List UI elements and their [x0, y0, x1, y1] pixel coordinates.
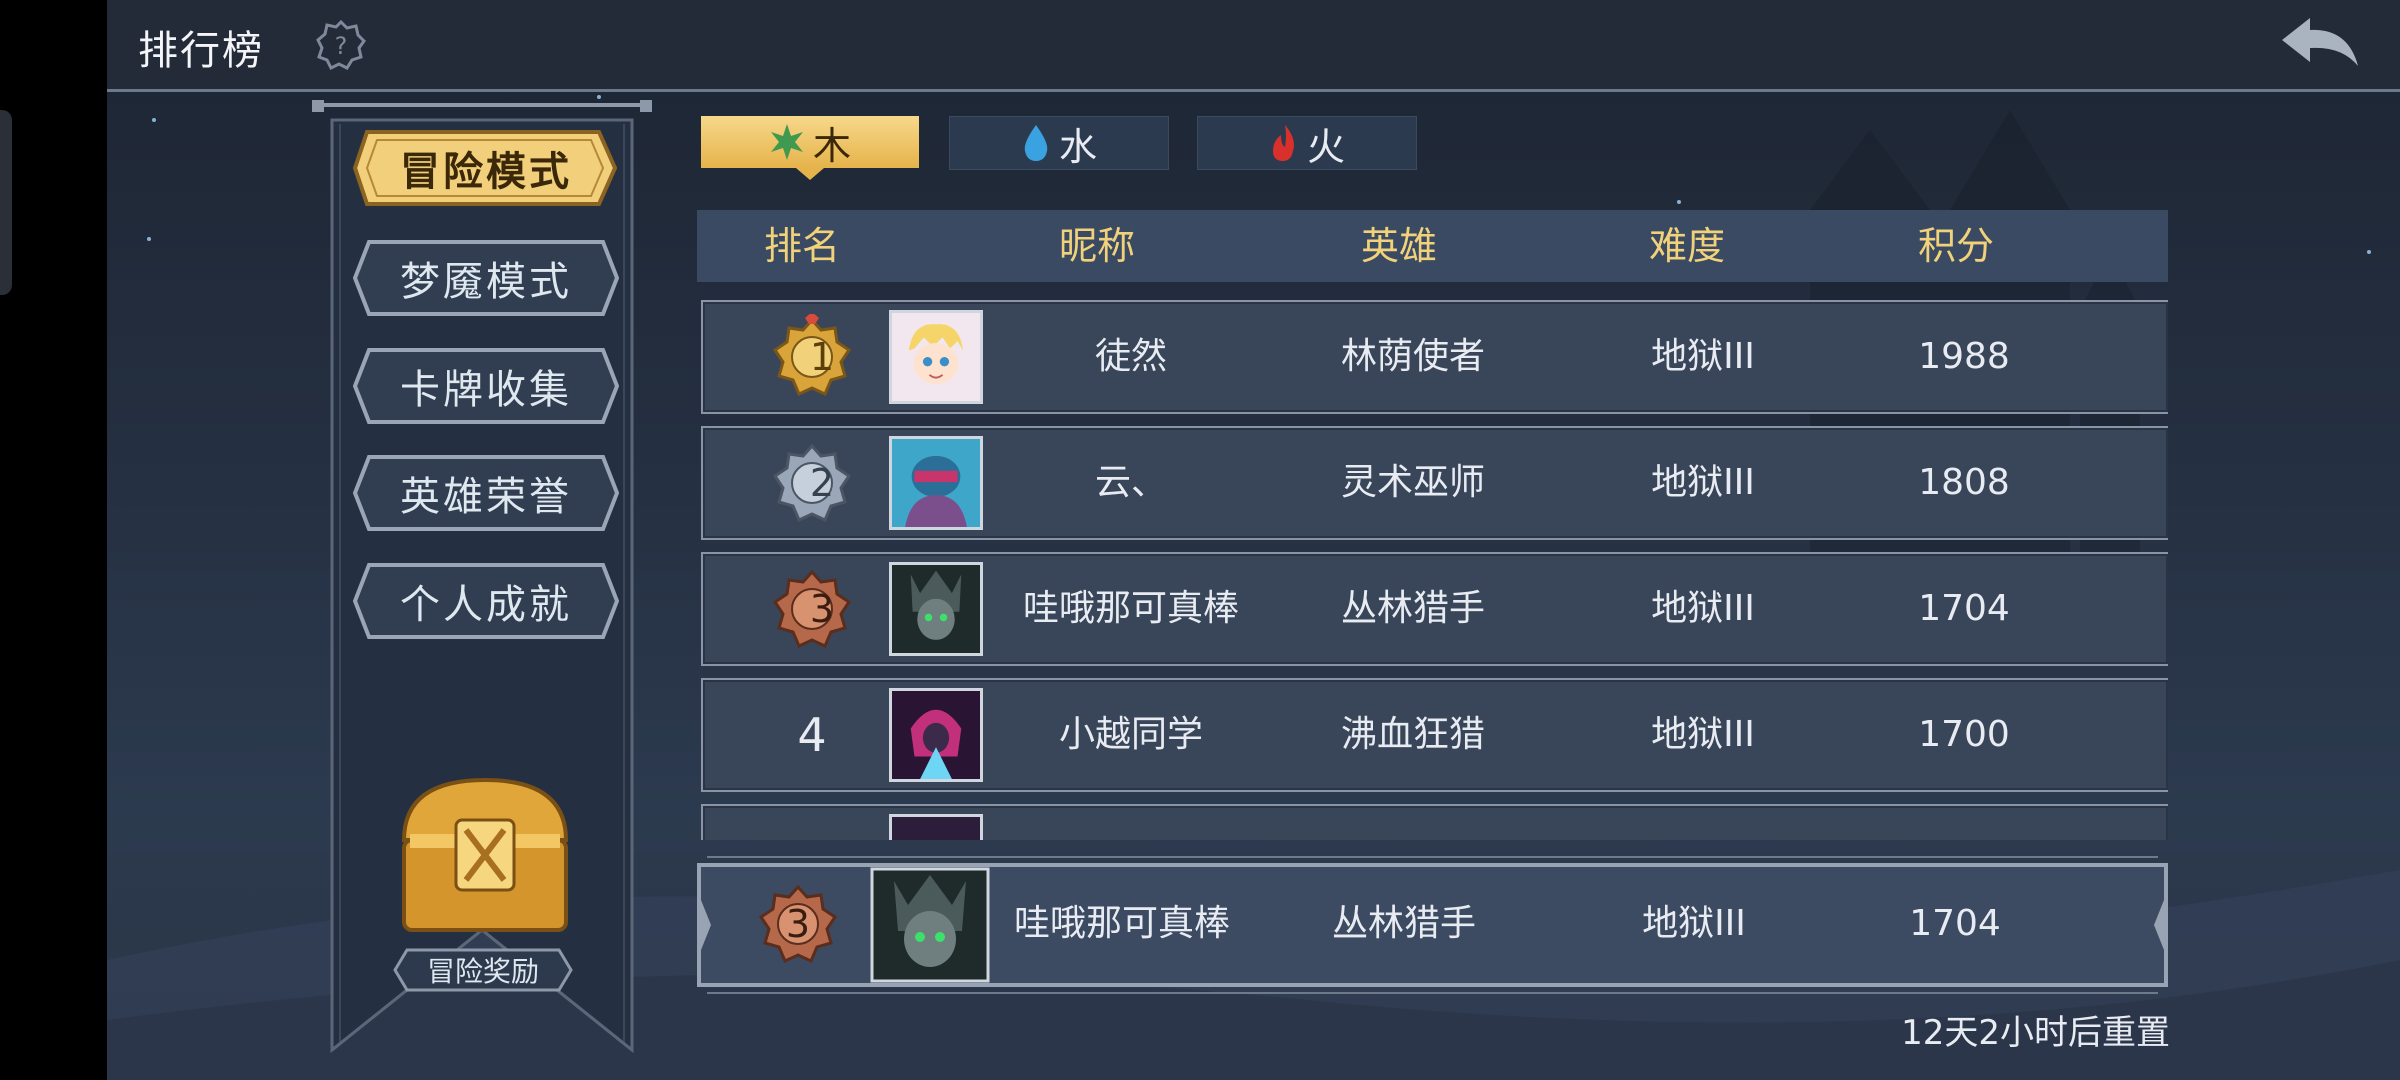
my-score: 1704 [1909, 903, 2001, 944]
top-bar [107, 0, 2400, 90]
screen-edge [0, 0, 107, 1080]
flame-icon [1272, 125, 1294, 161]
mode-label: 卡牌收集 [400, 367, 572, 413]
mode-label: 梦魇模式 [400, 259, 572, 305]
mode-button-card-collection[interactable]: 卡牌收集 [353, 346, 619, 426]
top-bar-divider [107, 89, 2400, 92]
tab-label: 木 [812, 123, 851, 168]
table-row[interactable]: 2 云、 灵术巫师 地狱III 1808 [701, 426, 2168, 540]
hero-avatar [889, 814, 983, 840]
rank-number: 3 [809, 587, 835, 631]
mode-button-hero-honor[interactable]: 英雄荣誉 [353, 453, 619, 533]
help-gear-icon[interactable]: ? [316, 20, 366, 70]
mode-label: 冒险模式 [400, 149, 572, 195]
rank-number: 2 [809, 461, 835, 505]
hero-avatar [889, 688, 983, 782]
mode-button-adventure[interactable]: 冒险模式 [353, 128, 619, 208]
mode-label: 个人成就 [400, 582, 572, 628]
row-score: 1700 [1918, 714, 2010, 755]
header-hero: 英雄 [1360, 224, 1437, 268]
hero-avatar [889, 310, 983, 404]
star [147, 237, 151, 241]
my-rank-number: 3 [785, 902, 811, 946]
tab-wood[interactable]: 木 [701, 116, 919, 168]
row-difficulty: 地狱III [1651, 462, 1755, 503]
mode-button-nightmare[interactable]: 梦魇模式 [353, 238, 619, 318]
my-hero: 丛林猎手 [1331, 903, 1476, 944]
mode-label: 英雄荣誉 [400, 474, 572, 520]
row-difficulty: 地狱III [1651, 588, 1755, 629]
header-score: 积分 [1917, 224, 1994, 268]
row-difficulty: 地狱III [1651, 714, 1755, 755]
reward-label: 冒险奖励 [426, 955, 539, 988]
row-score: 1988 [1918, 336, 2010, 377]
row-score: 1808 [1918, 462, 2010, 503]
star [1677, 200, 1681, 204]
leaf-icon [770, 124, 803, 160]
leaderboard-list[interactable]: 1 徒然 林荫使者 地狱III 1988 2 云、 灵术巫师 地狱III 180… [697, 300, 2168, 840]
row-hero: 丛林猎手 [1340, 588, 1485, 629]
hero-avatar [889, 436, 983, 530]
treasure-chest-icon[interactable] [390, 770, 580, 945]
table-row[interactable]: 1 徒然 林荫使者 地狱III 1988 [701, 300, 2168, 414]
mode-button-achievements[interactable]: 个人成就 [353, 561, 619, 641]
table-header: 排名 昵称 英雄 难度 积分 [697, 210, 2168, 282]
my-hero-avatar [870, 867, 990, 983]
hero-avatar [889, 562, 983, 656]
header-rank: 排名 [763, 224, 840, 268]
row-nickname: 云、 [1094, 462, 1167, 503]
adventure-reward-button[interactable]: 冒险奖励 [393, 947, 573, 993]
rank-number: 4 [797, 708, 827, 762]
row-difficulty: 地狱III [1651, 336, 1755, 377]
header-difficulty: 难度 [1648, 224, 1725, 268]
row-nickname: 徒然 [1094, 336, 1167, 377]
side-handle[interactable] [0, 110, 12, 295]
row-nickname: 哇哦那可真棒 [1022, 588, 1239, 629]
tab-label: 火 [1306, 124, 1345, 169]
water-drop-icon [1024, 125, 1048, 161]
page-title: 排行榜 [138, 28, 264, 74]
tab-pointer [796, 168, 824, 180]
my-nickname: 哇哦那可真棒 [1013, 903, 1230, 944]
tab-fire[interactable]: 火 [1197, 116, 1417, 170]
row-hero: 灵术巫师 [1340, 462, 1485, 503]
table-row[interactable] [701, 804, 2168, 840]
row-hero: 沸血狂猎 [1340, 714, 1485, 755]
return-arrow-icon[interactable] [2278, 14, 2362, 74]
table-row[interactable]: 3 哇哦那可真棒 丛林猎手 地狱III 1704 [701, 552, 2168, 666]
rank-number: 1 [809, 335, 835, 379]
reset-timer: 12天2小时后重置 [1901, 1013, 2170, 1053]
row-score: 1704 [1918, 588, 2010, 629]
header-nickname: 昵称 [1058, 224, 1135, 268]
row-nickname: 小越同学 [1058, 714, 1203, 755]
tab-label: 水 [1058, 124, 1097, 169]
tab-water[interactable]: 水 [949, 116, 1169, 170]
star [152, 118, 156, 122]
svg-text:?: ? [335, 32, 348, 60]
row-hero: 林荫使者 [1340, 336, 1485, 377]
star [2367, 250, 2371, 254]
table-row[interactable]: 4 小越同学 沸血狂猎 地狱III 1700 [701, 678, 2168, 792]
my-difficulty: 地狱III [1642, 903, 1746, 944]
star [597, 95, 601, 99]
my-rank-row[interactable]: 3 哇哦那可真棒 丛林猎手 地狱III 1704 [697, 855, 2168, 995]
